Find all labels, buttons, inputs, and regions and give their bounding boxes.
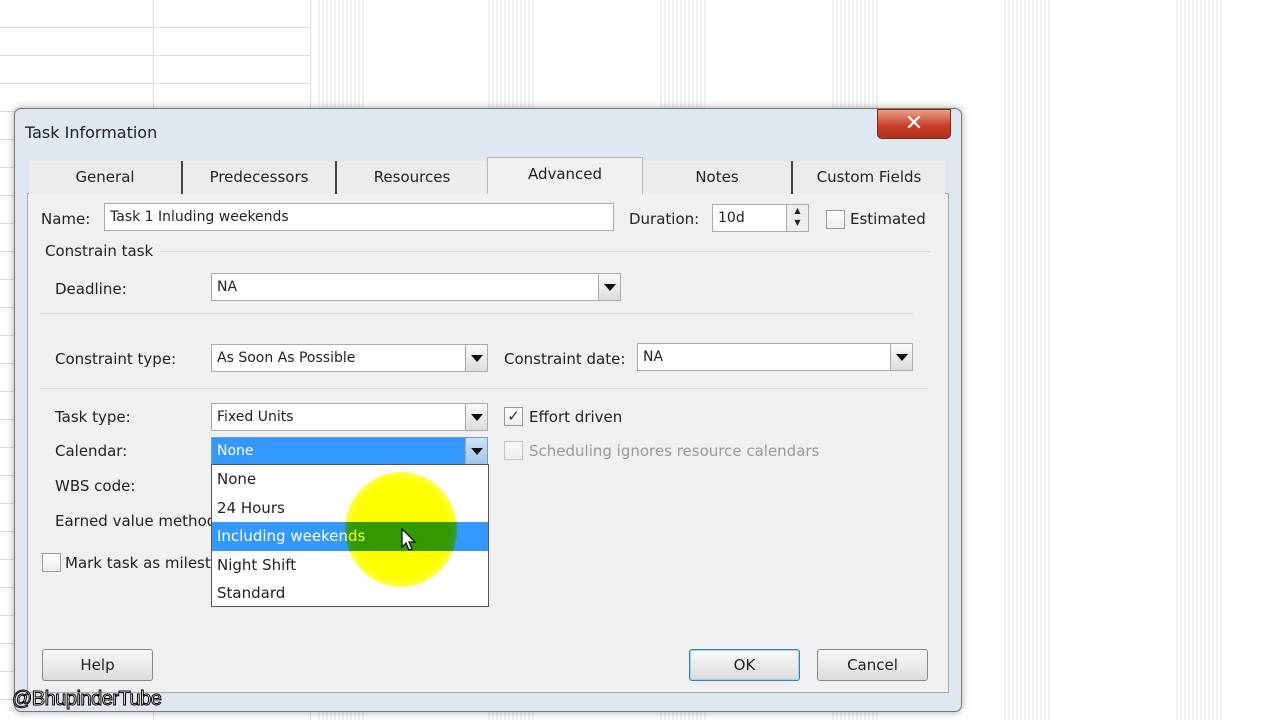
chevron-down-icon[interactable] — [465, 404, 487, 430]
task-type-value: Fixed Units — [217, 409, 294, 425]
task-type-label: Task type: — [55, 408, 131, 426]
constraint-date-dropdown[interactable]: NA — [637, 343, 913, 371]
milestone-checkbox[interactable] — [42, 553, 61, 572]
estimated-checkbox[interactable] — [826, 210, 845, 229]
gantt-stripe — [1004, 0, 1052, 720]
tab-general[interactable]: General — [29, 161, 183, 194]
tab-notes[interactable]: Notes — [643, 161, 793, 194]
calendar-option-none[interactable]: None — [212, 465, 488, 494]
task-information-dialog: Task Information ✕ General Predecessors … — [14, 108, 962, 712]
separator — [40, 313, 913, 314]
spin-arrows-icon[interactable]: ▲ ▼ — [786, 205, 808, 231]
calendar-value: None — [217, 443, 254, 459]
effort-driven-label: Effort driven — [529, 408, 623, 426]
effort-driven-checkbox[interactable]: ✓ — [504, 407, 523, 426]
tab-predecessors[interactable]: Predecessors — [183, 161, 337, 194]
constraint-date-value: NA — [643, 349, 664, 365]
deadline-label: Deadline: — [55, 280, 127, 298]
constrain-task-group-label: Constrain task — [45, 242, 154, 260]
gantt-stripe — [1176, 0, 1224, 720]
calendar-dropdown[interactable]: None — [211, 437, 488, 465]
chevron-down-icon[interactable] — [465, 345, 487, 371]
wbs-code-label: WBS code: — [55, 477, 136, 495]
dialog-title: Task Information — [25, 123, 158, 142]
constraint-type-dropdown[interactable]: As Soon As Possible — [211, 344, 488, 372]
duration-value: 10d — [718, 210, 745, 226]
duration-stepper[interactable]: 10d ▲ ▼ — [712, 204, 809, 232]
constraint-type-label: Constraint type: — [55, 350, 177, 368]
calendar-option-standard[interactable]: Standard — [212, 579, 488, 608]
cancel-button[interactable]: Cancel — [817, 649, 928, 681]
earned-value-label: Earned value method — [55, 512, 211, 530]
tab-advanced[interactable]: Advanced — [487, 157, 643, 194]
help-button[interactable]: Help — [42, 649, 153, 681]
watermark: @BhupinderTube — [11, 688, 162, 711]
name-input[interactable]: Task 1 Inluding weekends — [104, 203, 614, 231]
calendar-label: Calendar: — [55, 442, 128, 460]
chevron-down-icon[interactable] — [465, 438, 487, 464]
tab-resources[interactable]: Resources — [337, 161, 487, 194]
close-icon[interactable]: ✕ — [877, 109, 951, 139]
tab-custom-fields[interactable]: Custom Fields — [793, 161, 945, 194]
scheduling-ignores-label: Scheduling ignores resource calendars — [529, 442, 820, 460]
constraint-type-value: As Soon As Possible — [217, 350, 356, 366]
milestone-label: Mark task as milestone — [65, 554, 211, 572]
scheduling-ignores-checkbox[interactable] — [504, 441, 523, 460]
deadline-value: NA — [217, 279, 238, 295]
deadline-dropdown[interactable]: NA — [211, 273, 621, 301]
separator — [40, 388, 928, 389]
duration-label: Duration: — [629, 210, 700, 228]
chevron-down-icon[interactable] — [890, 344, 912, 370]
constraint-date-label: Constraint date: — [504, 350, 626, 368]
name-label: Name: — [41, 210, 91, 228]
ok-button[interactable]: OK — [689, 649, 800, 681]
mouse-cursor-icon — [401, 528, 417, 551]
group-separator — [160, 251, 930, 252]
chevron-down-icon[interactable] — [598, 274, 620, 300]
estimated-label: Estimated — [850, 210, 926, 228]
task-type-dropdown[interactable]: Fixed Units — [211, 403, 488, 431]
